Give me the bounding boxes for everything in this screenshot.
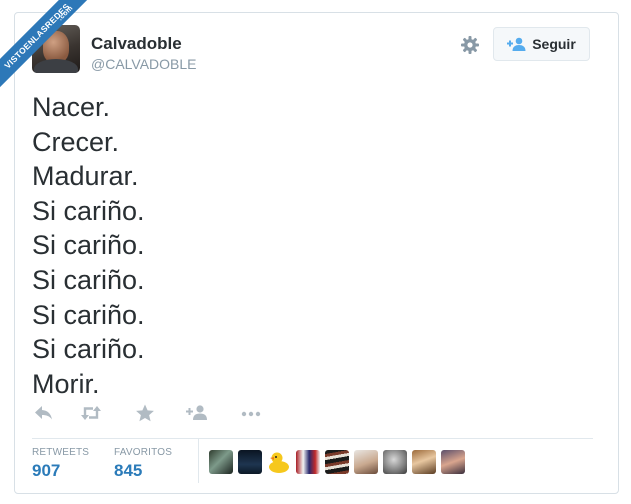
tweet-line: Si cariño. [32, 264, 145, 295]
favorites-label: FAVORITOS [114, 447, 173, 458]
tweet-line: Crecer. [32, 126, 120, 157]
retweets-label: RETWEETS [32, 447, 90, 458]
favoriter-avatar[interactable] [354, 450, 378, 474]
favoriter-avatar[interactable] [267, 450, 291, 474]
stats-separator [198, 439, 199, 483]
tweet-card: Calvadoble @CALVADOBLE Seguir Nacer. Cre… [14, 12, 619, 494]
retweets-count: 907 [32, 461, 61, 480]
retweets-stat[interactable]: RETWEETS 907 [32, 447, 89, 481]
favoriter-avatar[interactable] [441, 450, 465, 474]
favoriter-avatar[interactable] [412, 450, 436, 474]
tweet-text: Nacer. Crecer. Madurar. Si cariño. Si ca… [32, 90, 145, 401]
favorites-stat[interactable]: FAVORITOS 845 [114, 447, 172, 481]
follow-icon[interactable] [186, 403, 208, 423]
tweet-line: Si cariño. [32, 195, 145, 226]
retweet-icon[interactable] [80, 403, 102, 423]
author-name[interactable]: Calvadoble [91, 34, 182, 54]
tweet-line: Si cariño. [32, 334, 145, 365]
reply-icon[interactable] [33, 403, 55, 423]
tweet-line: Nacer. [32, 92, 111, 122]
follow-button-label: Seguir [532, 36, 576, 52]
more-icon[interactable] [240, 403, 262, 423]
tweet-line: Si cariño. [32, 299, 145, 330]
favoriter-avatar[interactable] [296, 450, 320, 474]
favorite-star-icon[interactable] [134, 403, 156, 423]
favoriter-avatar[interactable] [383, 450, 407, 474]
tweet-actions [33, 403, 293, 423]
favoriter-avatar[interactable] [238, 450, 262, 474]
favorited-by-avatars [209, 450, 465, 474]
tweet-line: Madurar. [32, 161, 139, 192]
follow-button[interactable]: Seguir [493, 27, 590, 61]
favoriter-avatar[interactable] [325, 450, 349, 474]
tweet-line: Morir. [32, 368, 100, 399]
add-user-icon [507, 37, 526, 51]
favorites-count: 845 [114, 461, 143, 480]
stats-divider-top [32, 438, 593, 439]
author-handle[interactable]: @CALVADOBLE [91, 56, 197, 72]
settings-gear-icon[interactable] [460, 35, 480, 55]
tweet-line: Si cariño. [32, 230, 145, 261]
favoriter-avatar[interactable] [209, 450, 233, 474]
